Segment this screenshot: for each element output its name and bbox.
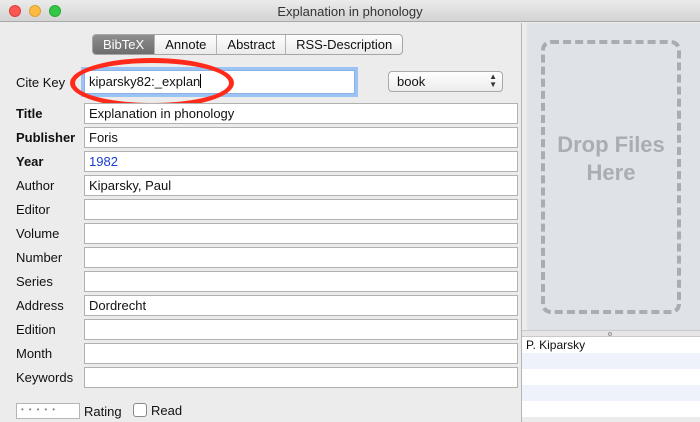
month-label: Month (16, 346, 53, 361)
publisher-label: Publisher (16, 130, 76, 145)
publisher-field[interactable]: Foris (84, 127, 518, 148)
side-pane: Drop Files Here P. Kiparsky (522, 23, 700, 422)
grip-dot-icon (608, 332, 612, 336)
cite-key-value: kiparsky82:_explan (89, 74, 201, 89)
number-label: Number (16, 250, 63, 265)
author-list: P. Kiparsky (522, 337, 700, 422)
cite-key-label: Cite Key (16, 75, 66, 90)
address-field[interactable]: Dordrecht (84, 295, 518, 316)
title-bar: Explanation in phonology (0, 0, 700, 22)
read-label: Read (151, 403, 183, 418)
series-field[interactable] (84, 271, 518, 292)
rating-dots-icon: ••••• (21, 405, 61, 414)
number-field[interactable] (84, 247, 518, 268)
tab-rss-description[interactable]: RSS-Description (286, 35, 402, 54)
rating-label: Rating (84, 404, 122, 419)
tab-annote[interactable]: Annote (155, 35, 218, 54)
author-list-empty-row (522, 401, 700, 417)
entry-type-value: book (397, 74, 426, 89)
text-caret (200, 74, 202, 88)
volume-field[interactable] (84, 223, 518, 244)
volume-label: Volume (16, 226, 60, 241)
drop-text-line1: Drop Files (557, 132, 665, 157)
author-list-empty-row (522, 353, 700, 369)
read-checkbox[interactable] (133, 403, 147, 417)
entry-type-select[interactable]: book ▲ ▼ (388, 71, 503, 92)
year-label: Year (16, 154, 44, 169)
updown-arrows-icon: ▲ ▼ (489, 72, 497, 89)
drop-text-line2: Here (586, 160, 636, 185)
keywords-field[interactable] (84, 367, 518, 388)
tab-abstract[interactable]: Abstract (217, 35, 287, 54)
author-label: Author (16, 178, 55, 193)
title-label: Title (16, 106, 43, 121)
tab-bar: BibTeX Annote Abstract RSS-Description (92, 34, 404, 55)
edition-field[interactable] (84, 319, 518, 340)
editor-label: Editor (16, 202, 50, 217)
year-field[interactable]: 1982 (84, 151, 518, 172)
bottom-bar: ••••• Rating Read (0, 392, 521, 422)
keywords-label: Keywords (16, 370, 74, 385)
edition-label: Edition (16, 322, 56, 337)
split-view-handle[interactable] (522, 330, 700, 337)
address-label: Address (16, 298, 64, 313)
cite-key-field[interactable]: kiparsky82:_explan (84, 70, 355, 94)
series-label: Series (16, 274, 53, 289)
tab-bibtex[interactable]: BibTeX (93, 35, 156, 54)
month-field[interactable] (84, 343, 518, 364)
author-list-empty-row (522, 369, 700, 385)
drop-zone-border: Drop Files Here (541, 40, 681, 314)
title-field[interactable]: Explanation in phonology (84, 103, 518, 124)
rating-control[interactable]: ••••• (16, 403, 80, 419)
window-title: Explanation in phonology (277, 4, 423, 19)
editor-pane: BibTeX Annote Abstract RSS-Description C… (0, 23, 521, 422)
author-field[interactable]: Kiparsky, Paul (84, 175, 518, 196)
drop-files-text: Drop Files Here (545, 131, 677, 187)
editor-field[interactable] (84, 199, 518, 220)
file-drop-area[interactable]: Drop Files Here (527, 23, 700, 330)
author-list-empty-row (522, 385, 700, 401)
author-list-item[interactable]: P. Kiparsky (522, 337, 700, 353)
